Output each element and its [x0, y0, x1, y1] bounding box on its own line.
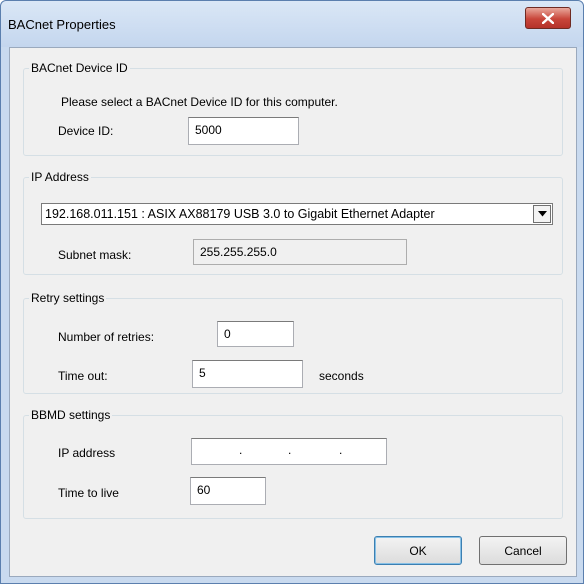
ip-separator-2: .: [288, 443, 292, 457]
chevron-down-icon: [537, 211, 547, 217]
bbmd-ip-label: IP address: [58, 446, 116, 460]
cancel-button[interactable]: Cancel: [479, 536, 567, 565]
device-id-prompt: Please select a BACnet Device ID for thi…: [61, 95, 338, 109]
timeout-label: Time out:: [58, 369, 108, 383]
timeout-field[interactable]: 5: [192, 360, 303, 388]
adapter-dropdown-button[interactable]: [533, 205, 551, 223]
ip-separator-3: .: [339, 443, 343, 457]
dialog-client-area: BACnet Device ID Please select a BACnet …: [9, 47, 577, 577]
retries-field[interactable]: 0: [217, 321, 294, 347]
title-bar: BACnet Properties: [1, 1, 583, 47]
device-id-group: BACnet Device ID Please select a BACnet …: [23, 61, 563, 156]
retry-settings-group-legend: Retry settings: [29, 291, 107, 305]
dialog-window: BACnet Properties BACnet Device ID Pleas…: [0, 0, 584, 584]
bbmd-ip-field[interactable]: . . .: [191, 438, 387, 465]
subnet-mask-label: Subnet mask:: [58, 248, 132, 262]
retry-settings-group: Retry settings Number of retries: 0 Time…: [23, 291, 563, 394]
retries-label: Number of retries:: [58, 330, 155, 344]
ttl-field[interactable]: 60: [190, 477, 266, 505]
adapter-selected-value: 192.168.011.151 : ASIX AX88179 USB 3.0 t…: [45, 207, 435, 221]
device-id-label: Device ID:: [58, 124, 114, 138]
subnet-mask-field: 255.255.255.0: [193, 239, 407, 265]
device-id-field[interactable]: 5000: [188, 117, 299, 145]
window-title: BACnet Properties: [8, 17, 116, 32]
ttl-label: Time to live: [58, 486, 119, 500]
close-button[interactable]: [525, 7, 571, 29]
ip-address-group-legend: IP Address: [29, 170, 91, 184]
timeout-unit-label: seconds: [319, 369, 364, 383]
close-icon: [542, 12, 554, 24]
adapter-select[interactable]: 192.168.011.151 : ASIX AX88179 USB 3.0 t…: [41, 203, 553, 225]
bbmd-settings-group-legend: BBMD settings: [29, 408, 113, 422]
bbmd-settings-group: BBMD settings IP address . . . Time to l…: [23, 408, 563, 519]
ip-address-group: IP Address 192.168.011.151 : ASIX AX8817…: [23, 170, 563, 275]
ok-button[interactable]: OK: [374, 536, 462, 565]
device-id-group-legend: BACnet Device ID: [29, 61, 130, 75]
ip-separator-1: .: [239, 443, 243, 457]
